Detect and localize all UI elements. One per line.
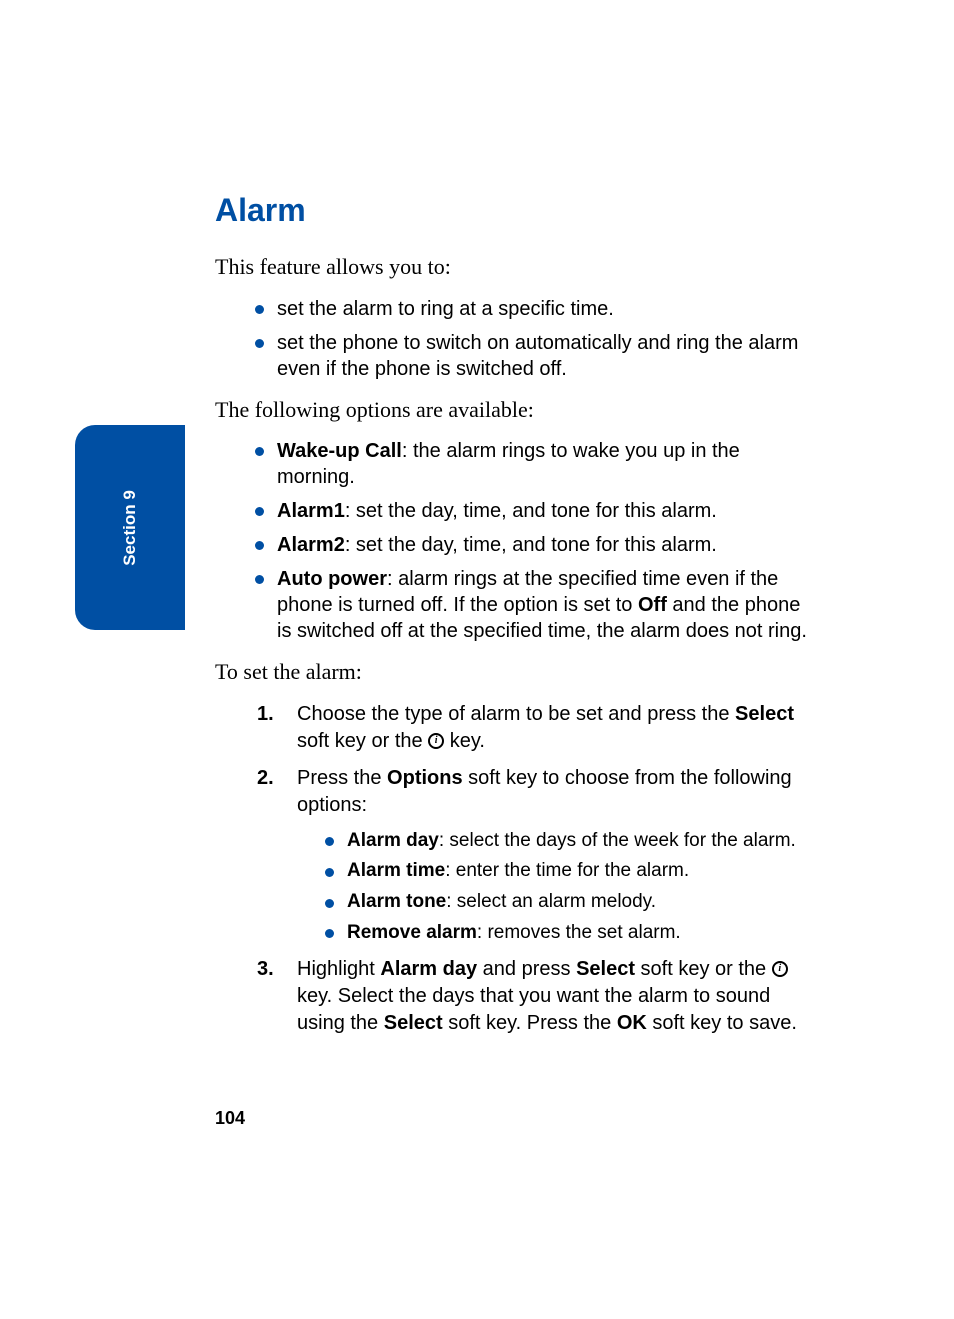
sub-bullet-list: Alarm day: select the days of the week f… [325,829,815,946]
intro-text: This feature allows you to: [215,253,815,282]
list-item: Remove alarm: removes the set alarm. [325,921,815,946]
list-item: Alarm day: select the days of the week f… [325,829,815,854]
desc: : set the day, time, and tone for this a… [345,500,717,522]
term-inline: OK [617,1012,647,1034]
step-text: Choose the type of alarm to be set and p… [297,703,735,725]
step-number: 2. [257,765,274,792]
list-item: Alarm tone: select an alarm melody. [325,890,815,915]
term-inline: Select [735,703,794,725]
term-inline: Select [384,1012,443,1034]
page-title: Alarm [215,192,815,229]
ok-key-icon [772,961,788,977]
section-tab: Section 9 [75,425,185,630]
options-lead: The following options are available: [215,396,815,425]
term: Wake-up Call [277,440,402,462]
step-text: Press the [297,767,387,789]
list-item: Auto power: alarm rings at the specified… [255,566,815,644]
step-3: 3. Highlight Alarm day and press Select … [257,956,815,1037]
term-inline: Off [638,594,667,616]
page: Section 9 Alarm This feature allows you … [0,0,954,1319]
term: Alarm2 [277,534,345,556]
intro-bullet-list: set the alarm to ring at a specific time… [255,296,815,382]
step-2: 2. Press the Options soft key to choose … [257,765,815,946]
step-number: 1. [257,701,274,728]
content-area: Alarm This feature allows you to: set th… [215,192,815,1047]
ok-key-icon [428,733,444,749]
term: Alarm tone [347,891,446,912]
section-tab-label: Section 9 [120,490,140,566]
term-inline: Options [387,767,463,789]
term: Alarm1 [277,500,345,522]
step-number: 3. [257,956,274,983]
desc: : select the days of the week for the al… [439,830,796,851]
step-text: and press [477,958,576,980]
desc: : set the day, time, and tone for this a… [345,534,717,556]
step-text: soft key to save. [647,1012,797,1034]
step-text: soft key. Press the [443,1012,617,1034]
list-item: Wake-up Call: the alarm rings to wake yo… [255,438,815,490]
term: Alarm time [347,860,445,881]
list-item: set the alarm to ring at a specific time… [255,296,815,322]
list-item: set the phone to switch on automatically… [255,330,815,382]
desc: : select an alarm melody. [446,891,656,912]
step-text: soft key or the [297,730,428,752]
list-item: Alarm time: enter the time for the alarm… [325,859,815,884]
options-bullet-list: Wake-up Call: the alarm rings to wake yo… [255,438,815,644]
step-text: Highlight [297,958,380,980]
term: Alarm day [347,830,439,851]
step-text: soft key or the [635,958,772,980]
term-inline: Select [576,958,635,980]
steps-list: 1. Choose the type of alarm to be set an… [257,701,815,1037]
step-text: key. [444,730,485,752]
term: Auto power [277,568,387,590]
desc: : enter the time for the alarm. [445,860,689,881]
term: Remove alarm [347,922,477,943]
set-lead: To set the alarm: [215,658,815,687]
page-number: 104 [215,1108,245,1129]
list-item: Alarm2: set the day, time, and tone for … [255,532,815,558]
term-inline: Alarm day [380,958,477,980]
desc: : removes the set alarm. [477,922,681,943]
list-item: Alarm1: set the day, time, and tone for … [255,498,815,524]
step-1: 1. Choose the type of alarm to be set an… [257,701,815,755]
